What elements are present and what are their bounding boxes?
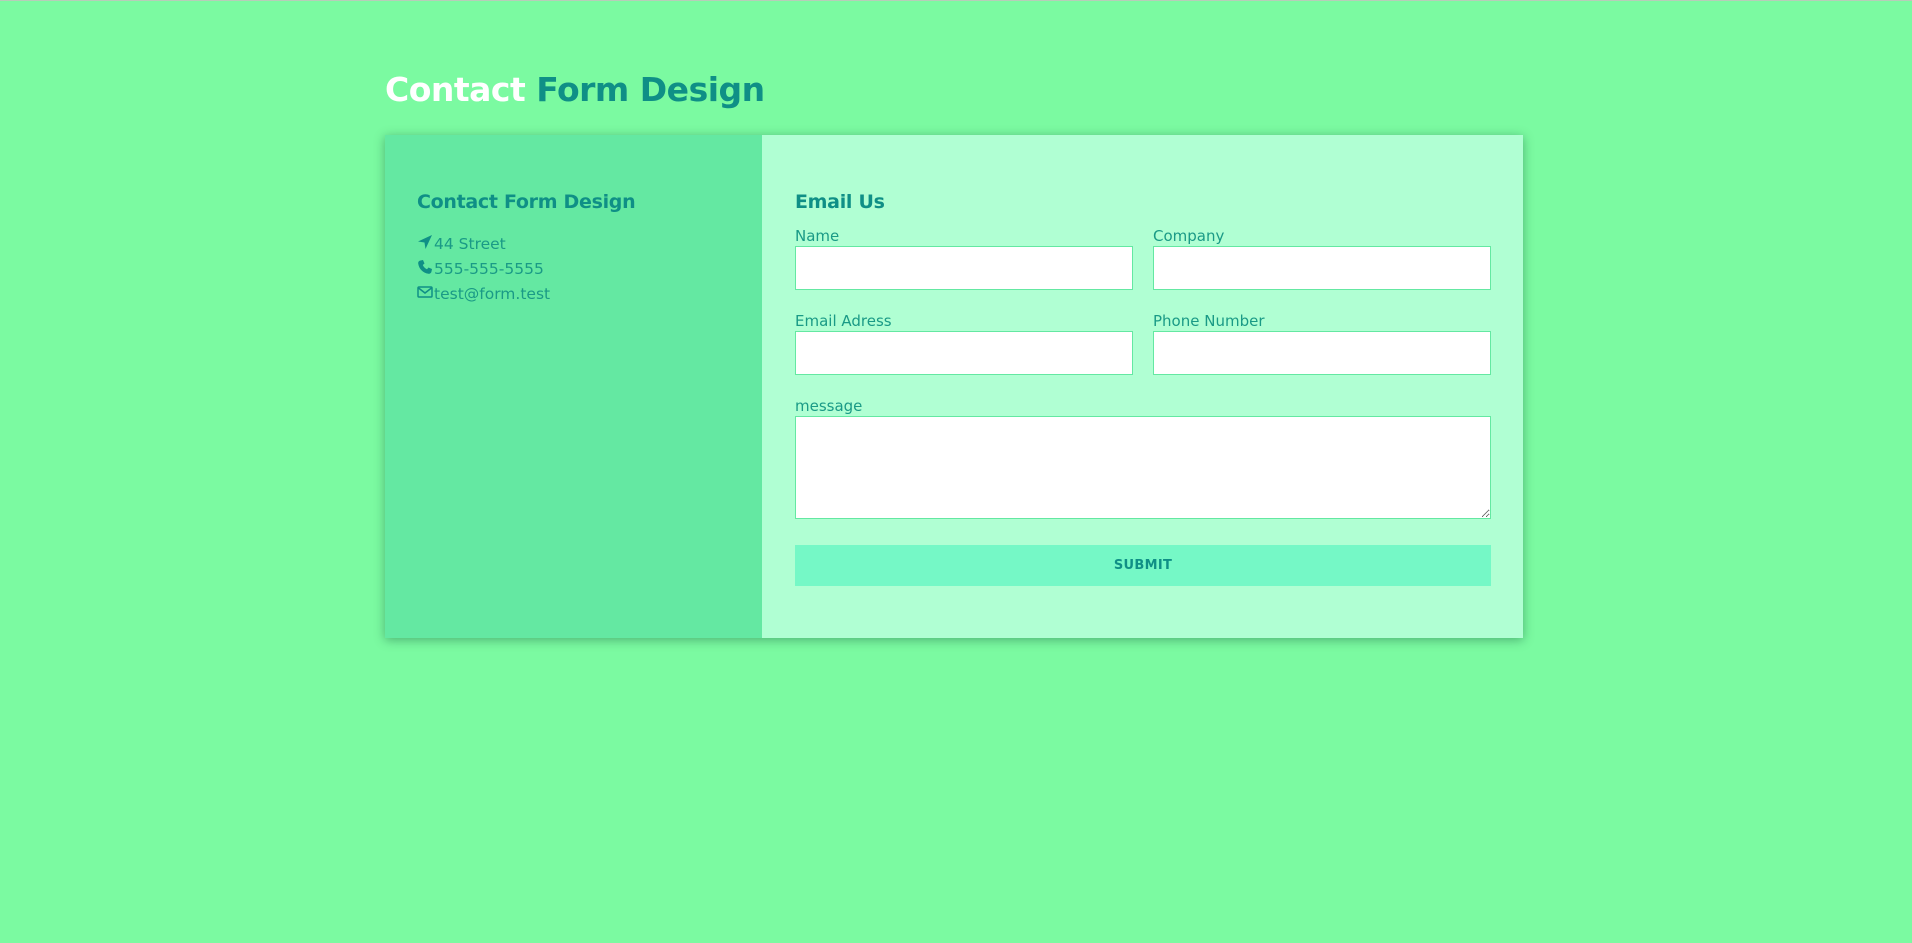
message-label: message [795, 397, 863, 415]
top-border-line [0, 0, 1912, 1]
name-field-group: Name [795, 228, 1133, 290]
location-arrow-icon [417, 234, 434, 254]
email-label: Email Adress [795, 312, 892, 330]
phone-icon [417, 259, 434, 279]
name-label: Name [795, 227, 840, 245]
submit-button[interactable]: SUBMIT [795, 545, 1491, 586]
name-input[interactable] [795, 246, 1133, 290]
page-title-form-design: Form Design [536, 70, 765, 109]
phone-field-group: Phone Number [1153, 313, 1491, 375]
contact-form: Name Company Email Adress Phone Number m… [795, 228, 1491, 586]
email-field-group: Email Adress [795, 313, 1133, 375]
phone-input[interactable] [1153, 331, 1491, 375]
email-form-title: Email Us [795, 191, 885, 213]
info-phone-text: 555-555-5555 [434, 259, 544, 278]
company-label: Company [1153, 227, 1225, 245]
submit-row: SUBMIT [795, 545, 1491, 586]
contact-card: Contact Form Design 44 Street 555-555-55… [385, 135, 1523, 638]
company-field-group: Company [1153, 228, 1491, 290]
message-textarea[interactable] [795, 416, 1491, 519]
info-item-address: 44 Street [417, 231, 730, 256]
company-input[interactable] [1153, 246, 1491, 290]
email-input[interactable] [795, 331, 1133, 375]
phone-label: Phone Number [1153, 312, 1265, 330]
info-item-phone: 555-555-5555 [417, 256, 730, 281]
info-address-text: 44 Street [434, 234, 506, 253]
message-field-group: message [795, 398, 1491, 519]
info-email-text: test@form.test [434, 284, 551, 303]
envelope-icon [417, 284, 434, 304]
contact-info-title: Contact Form Design [417, 191, 636, 213]
contact-info-panel: Contact Form Design 44 Street 555-555-55… [385, 135, 762, 638]
email-form-panel: Email Us Name Company Email Adress Phone… [762, 135, 1523, 638]
page-title: Contact Form Design [385, 70, 765, 109]
info-item-email: test@form.test [417, 281, 730, 306]
page-title-contact: Contact [385, 70, 526, 109]
